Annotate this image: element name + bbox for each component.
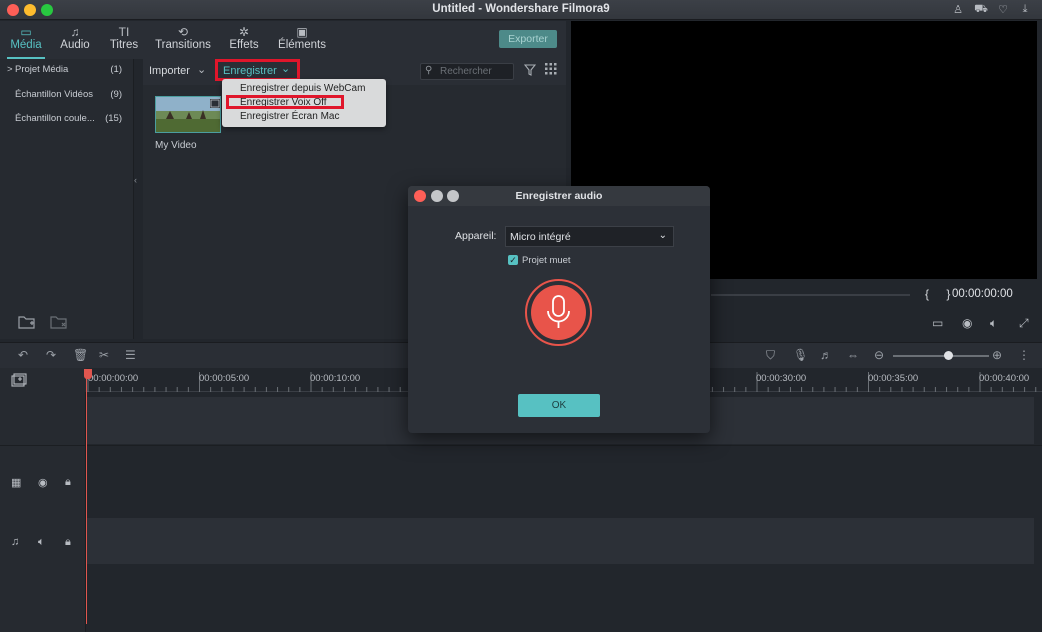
media-thumbnail[interactable]: [155, 96, 221, 133]
ruler-tick-label: 00:00:30:00: [756, 373, 807, 384]
image-icon: ▣: [296, 25, 308, 39]
sidebar-item-project-media[interactable]: > Projet Média (1): [0, 59, 134, 83]
undo-icon[interactable]: ↶: [18, 348, 28, 362]
mute-project-label: Projet muet: [522, 255, 571, 266]
cut-icon[interactable]: ✂: [99, 348, 109, 362]
voiceover-highlight-box: [226, 95, 344, 109]
effects-icon: ✲: [238, 25, 250, 39]
ruler-tick-label: 00:00:35:00: [868, 373, 919, 384]
snapshot-icon[interactable]: ◉: [962, 316, 972, 330]
account-icon[interactable]: ♙: [951, 3, 965, 17]
title-text-icon: TI: [118, 25, 130, 39]
delete-folder-icon[interactable]: [50, 314, 70, 332]
filter-icon[interactable]: [523, 64, 537, 79]
microphone-icon[interactable]: 🎙︎: [793, 348, 808, 362]
menu-item-record-webcam[interactable]: Enregistrer depuis WebCam: [240, 83, 365, 94]
ruler-tick-label: 00:00:10:00: [310, 373, 361, 384]
ruler-tick-label: 00:00:40:00: [979, 373, 1030, 384]
chevron-down-icon[interactable]: ⌄: [281, 62, 290, 75]
search-icon: ⚲: [425, 65, 433, 76]
sidebar-item-label: Échantillon Vidéos: [15, 89, 93, 100]
record-button[interactable]: Enregistrer: [223, 65, 277, 77]
sidebar-item-label: Projet Média: [15, 64, 69, 75]
export-button[interactable]: Exporter: [499, 30, 557, 48]
sidebar-item-count: (9): [110, 89, 122, 100]
import-button[interactable]: Importer: [149, 65, 190, 77]
playhead[interactable]: [86, 369, 87, 624]
sidebar-item-label: Échantillon coule...: [15, 113, 95, 124]
fullscreen-icon[interactable]: ⤢: [1019, 316, 1029, 331]
volume-icon[interactable]: 🔈︎: [990, 316, 997, 331]
zoom-slider-handle[interactable]: [944, 351, 953, 360]
ruler-tick-label: 00:00:05:00: [199, 373, 250, 384]
preview-timecode: 00:00:00:00: [952, 288, 1013, 300]
dialog-title: Enregistrer audio: [515, 190, 603, 202]
collapse-sidebar-handle[interactable]: ‹: [134, 175, 142, 191]
playhead-handle[interactable]: [84, 369, 92, 379]
microphone-icon: [547, 295, 570, 328]
sidebar-item-count: (1): [110, 64, 122, 75]
fit-timeline-icon[interactable]: ⇔: [847, 348, 859, 362]
tab-elements[interactable]: ▣ Éléments: [277, 21, 327, 59]
preview-scrubber[interactable]: [711, 294, 910, 296]
zoom-in-icon[interactable]: ⊕: [992, 348, 1002, 362]
add-track-icon[interactable]: [11, 373, 27, 390]
adjust-icon[interactable]: ☰: [125, 348, 136, 362]
record-microphone-button[interactable]: [531, 285, 586, 340]
download-icon[interactable]: ⤓: [1018, 3, 1032, 17]
search-input[interactable]: ⚲ Rechercher: [420, 63, 514, 80]
eye-icon[interactable]: ◉: [38, 476, 48, 489]
ruler-tick-label: 00:00:00:00: [88, 373, 139, 384]
notification-icon[interactable]: ♡: [996, 3, 1010, 17]
sidebar-item-sample-colors[interactable]: Échantillon coule... (15): [0, 108, 134, 132]
menu-item-record-screen[interactable]: Enregistrer Écran Mac: [240, 111, 339, 122]
video-track-icon: ▦: [11, 477, 22, 489]
audio-track-area[interactable]: [86, 518, 1034, 564]
folder-icon: ▭: [20, 25, 32, 39]
window-title: Untitled - Wondershare Filmora9: [432, 3, 610, 15]
tab-audio[interactable]: ♫ Audio: [58, 21, 92, 59]
audio-track-icon: ♫: [11, 536, 20, 548]
tab-effects[interactable]: ✲ Effets: [227, 21, 261, 59]
zoom-out-icon[interactable]: ⊖: [874, 348, 884, 362]
chevron-down-icon[interactable]: ⌄: [197, 63, 206, 76]
redo-icon[interactable]: ↷: [46, 348, 56, 362]
zoom-slider[interactable]: [893, 355, 989, 357]
lock-icon[interactable]: 🔒︎: [65, 536, 71, 549]
sidebar-item-count: (15): [105, 113, 122, 124]
audio-mixer-icon[interactable]: ♬: [820, 348, 832, 362]
chevron-down-icon: ⌄: [658, 230, 667, 241]
tab-transitions[interactable]: ⟲ Transitions: [154, 21, 212, 59]
tab-titles[interactable]: TI Titres: [107, 21, 141, 59]
render-preview-icon[interactable]: ▭: [932, 316, 943, 330]
marker-icon[interactable]: ⛉: [766, 348, 775, 363]
device-label: Appareil:: [455, 230, 497, 242]
chevron-right-icon: >: [7, 64, 13, 75]
timeline-grip-icon[interactable]: ⋮: [1018, 348, 1030, 362]
new-folder-icon[interactable]: [18, 314, 38, 332]
lock-icon[interactable]: 🔒︎: [65, 476, 71, 489]
music-note-icon: ♫: [70, 25, 80, 39]
track-divider: [0, 445, 1042, 446]
ok-button[interactable]: OK: [518, 394, 600, 417]
mute-project-checkbox[interactable]: ✓: [508, 255, 518, 265]
cart-icon[interactable]: ⛟: [974, 3, 988, 17]
speaker-icon[interactable]: 🔈︎: [38, 536, 45, 549]
transition-icon: ⟲: [177, 25, 189, 39]
track-headers: [0, 392, 86, 632]
timeline-header: [0, 368, 86, 392]
grid-view-icon[interactable]: [545, 63, 557, 78]
sidebar-item-sample-videos[interactable]: Échantillon Vidéos (9): [0, 84, 134, 108]
device-select[interactable]: Micro intégré ⌄: [505, 226, 674, 247]
media-item-label: My Video: [155, 140, 197, 151]
tab-media[interactable]: ▭ Média: [7, 21, 45, 59]
delete-icon[interactable]: 🗑︎: [73, 348, 88, 362]
